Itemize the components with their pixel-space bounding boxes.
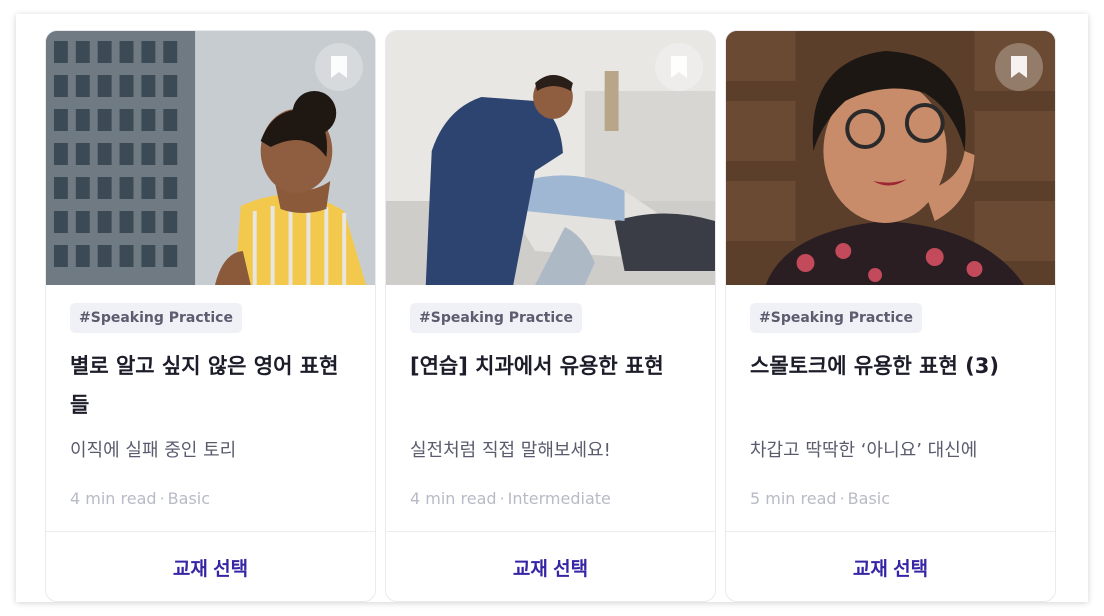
meta-separator: · xyxy=(159,489,165,508)
lesson-meta: 4 min read · Intermediate xyxy=(410,488,611,510)
read-time: 4 min read xyxy=(410,489,497,508)
bookmark-icon xyxy=(331,56,347,78)
lesson-meta: 5 min read · Basic xyxy=(750,488,890,510)
difficulty-level: Basic xyxy=(167,489,211,508)
card-thumbnail-image[interactable] xyxy=(726,31,1055,285)
select-textbook-button[interactable]: 교재 선택 xyxy=(386,532,715,601)
bookmark-icon xyxy=(671,56,687,78)
lesson-card[interactable]: #Speaking Practice 스몰토크에 유용한 표현 (3) 차갑고 … xyxy=(725,30,1056,602)
lesson-title[interactable]: [연습] 치과에서 유용한 표현 xyxy=(410,347,695,386)
card-thumbnail-image[interactable] xyxy=(386,31,715,285)
bookmark-button[interactable] xyxy=(995,43,1043,91)
bookmark-button[interactable] xyxy=(655,43,703,91)
difficulty-level: Basic xyxy=(847,489,891,508)
meta-separator: · xyxy=(839,489,845,508)
bookmark-button[interactable] xyxy=(315,43,363,91)
read-time: 4 min read xyxy=(70,489,157,508)
meta-separator: · xyxy=(499,489,505,508)
lesson-card[interactable]: #Speaking Practice [연습] 치과에서 유용한 표현 실전처럼… xyxy=(385,30,716,602)
lesson-card[interactable]: #Speaking Practice 별로 알고 싶지 않은 영어 표현들 이직… xyxy=(45,30,376,602)
card-thumbnail-image[interactable] xyxy=(46,31,375,285)
category-tag: #Speaking Practice xyxy=(750,303,922,333)
select-textbook-button[interactable]: 교재 선택 xyxy=(726,532,1055,601)
category-tag: #Speaking Practice xyxy=(70,303,242,333)
category-tag: #Speaking Practice xyxy=(410,303,582,333)
lesson-subtitle: 이직에 실패 중인 토리 xyxy=(70,440,237,461)
difficulty-level: Intermediate xyxy=(507,489,611,508)
bookmark-icon xyxy=(1011,56,1027,78)
lesson-subtitle: 실전처럼 직접 말해보세요! xyxy=(410,440,611,461)
lesson-title[interactable]: 별로 알고 싶지 않은 영어 표현들 xyxy=(70,347,355,425)
lesson-title[interactable]: 스몰토크에 유용한 표현 (3) xyxy=(750,347,1035,386)
lesson-subtitle: 차갑고 딱딱한 ‘아니요’ 대신에 xyxy=(750,440,978,461)
select-textbook-button[interactable]: 교재 선택 xyxy=(46,532,375,601)
lesson-meta: 4 min read · Basic xyxy=(70,488,210,510)
read-time: 5 min read xyxy=(750,489,837,508)
